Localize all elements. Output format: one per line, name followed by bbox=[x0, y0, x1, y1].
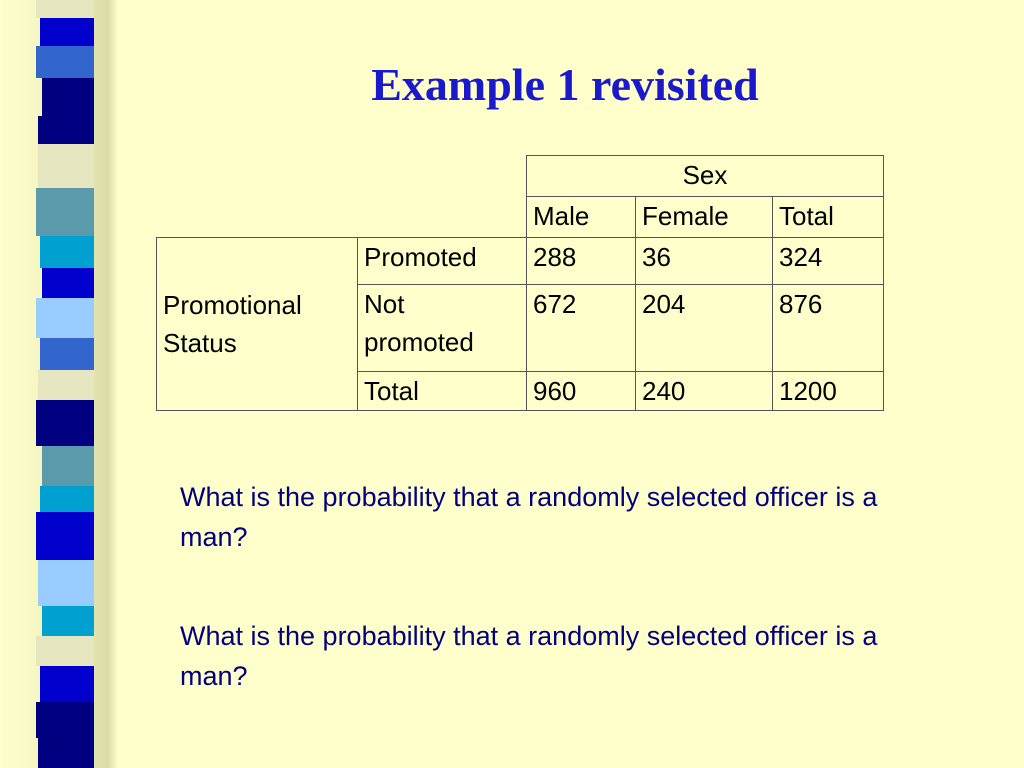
table-header-row: Sex bbox=[157, 155, 884, 197]
table-cell: 240 bbox=[635, 371, 773, 411]
decorative-stripe bbox=[36, 702, 94, 738]
decorative-stripe bbox=[42, 606, 94, 636]
column-header-total: Total bbox=[772, 196, 884, 238]
stripe-column bbox=[36, 0, 98, 768]
table-cell: 1200 bbox=[772, 371, 884, 411]
table-subheader-row: Male Female Total bbox=[157, 196, 884, 238]
decorative-stripe bbox=[40, 236, 94, 268]
decorative-stripe bbox=[36, 512, 94, 560]
decorative-stripe bbox=[38, 560, 94, 606]
decorative-stripe bbox=[40, 666, 94, 702]
decorative-stripe bbox=[36, 0, 94, 18]
table-cell: 960 bbox=[526, 371, 636, 411]
table-cell: 288 bbox=[526, 237, 636, 285]
decorative-stripe bbox=[36, 188, 94, 236]
decorative-stripe bbox=[40, 18, 94, 46]
table-cell: 324 bbox=[772, 237, 884, 285]
table-row: Promotional Status Promoted 288 36 324 bbox=[156, 237, 884, 411]
row-label: Promoted bbox=[357, 237, 527, 285]
table-cell: 672 bbox=[526, 284, 636, 372]
decorative-stripe bbox=[38, 116, 94, 144]
decorative-stripe bbox=[36, 400, 94, 446]
decorative-stripe bbox=[40, 486, 94, 512]
decorative-stripe bbox=[38, 370, 94, 400]
decorative-stripe bbox=[40, 338, 94, 370]
decorative-stripe bbox=[36, 298, 94, 338]
row-group-header: Promotional Status bbox=[156, 237, 358, 411]
table-cell: 876 bbox=[772, 284, 884, 372]
table-cell: 204 bbox=[635, 284, 773, 372]
column-header-male: Male bbox=[526, 196, 636, 238]
row-label: Not promoted bbox=[357, 284, 527, 372]
decorative-stripe bbox=[38, 738, 94, 768]
question-text: What is the probability that a randomly … bbox=[180, 621, 878, 691]
decorative-stripe bbox=[36, 636, 94, 666]
decorative-stripe bbox=[42, 78, 94, 116]
blank-corner-cell bbox=[157, 156, 527, 197]
slide-title: Example 1 revisited bbox=[371, 59, 759, 110]
decorative-stripe bbox=[38, 144, 94, 188]
blank-corner-cell bbox=[157, 197, 527, 238]
column-header-female: Female bbox=[635, 196, 773, 238]
column-group-header: Sex bbox=[526, 155, 884, 197]
decorative-stripe bbox=[36, 46, 94, 78]
decorative-side-bar bbox=[0, 0, 118, 768]
decorative-stripe bbox=[42, 268, 94, 298]
contingency-table: Sex Male Female Total Promotional Status… bbox=[156, 155, 884, 411]
table-cell: 36 bbox=[635, 237, 773, 285]
decorative-stripe bbox=[42, 446, 94, 486]
question-text: What is the probability that a randomly … bbox=[180, 482, 878, 552]
row-label: Total bbox=[357, 371, 527, 411]
